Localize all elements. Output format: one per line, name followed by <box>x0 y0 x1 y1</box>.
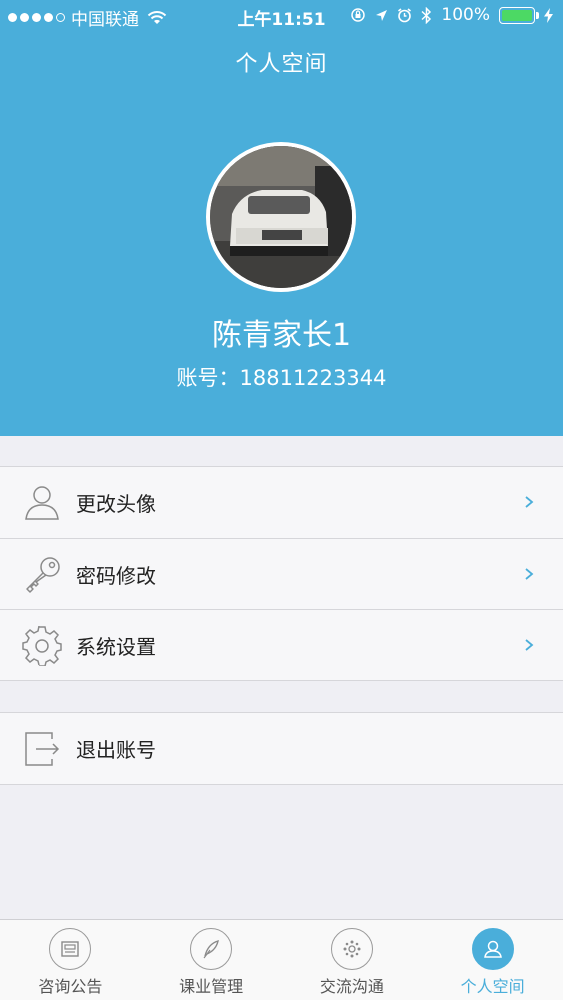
tab-announcements[interactable]: 咨询公告 <box>0 920 141 1000</box>
change-password-label: 密码修改 <box>76 563 156 588</box>
logout-label: 退出账号 <box>76 738 156 762</box>
logout-item[interactable]: 退出账号 <box>0 713 563 784</box>
bluetooth-icon <box>421 6 432 24</box>
tab-announcements-label: 咨询公告 <box>38 977 103 996</box>
orientation-lock-icon <box>351 8 366 22</box>
change-password-item[interactable]: 密码修改 <box>0 538 563 609</box>
person-icon <box>471 928 514 970</box>
tab-communication[interactable]: 交流沟通 <box>282 920 423 1000</box>
location-icon <box>376 9 388 21</box>
tab-personal-space-label: 个人空间 <box>460 977 525 996</box>
system-settings-item[interactable]: 系统设置 <box>0 609 563 680</box>
page-title: 个人空间 <box>235 52 328 77</box>
tab-bar: 咨询公告 课业管理 交流沟通 个人空间 <box>0 919 563 1000</box>
chevron-right-icon <box>525 639 534 651</box>
user-name: 陈青家长1 <box>211 318 352 353</box>
gear-icon <box>22 626 62 666</box>
tab-personal-space[interactable]: 个人空间 <box>422 920 563 1000</box>
settings-menu: 更改头像 密码修改 系统设置 <box>0 466 563 681</box>
tab-coursework-label: 课业管理 <box>179 977 244 996</box>
status-bar: 中国联通 上午11:51 100% <box>0 0 563 30</box>
charging-icon <box>544 7 553 23</box>
alarm-icon <box>398 7 412 22</box>
system-settings-label: 系统设置 <box>76 634 156 659</box>
chat-icon <box>330 928 373 970</box>
user-account: 账号：18811223344 <box>176 366 387 390</box>
newspaper-icon <box>49 928 92 970</box>
change-avatar-item[interactable]: 更改头像 <box>0 467 563 538</box>
profile-header: 中国联通 上午11:51 100% 个人空间 陈青家长1 账号：18811223… <box>0 0 563 436</box>
tab-coursework[interactable]: 课业管理 <box>141 920 282 1000</box>
battery-icon <box>499 6 539 24</box>
logout-menu: 退出账号 <box>0 712 563 785</box>
chevron-right-icon <box>525 568 534 580</box>
feather-icon <box>190 928 233 970</box>
battery-percent: 100% <box>441 5 490 25</box>
avatar-photo <box>210 146 352 288</box>
key-icon <box>26 557 60 593</box>
tab-communication-label: 交流沟通 <box>319 977 384 996</box>
chevron-right-icon <box>525 496 534 508</box>
logout-icon <box>25 732 60 766</box>
user-icon <box>25 486 59 520</box>
change-avatar-label: 更改头像 <box>76 492 156 516</box>
avatar[interactable] <box>206 142 356 292</box>
